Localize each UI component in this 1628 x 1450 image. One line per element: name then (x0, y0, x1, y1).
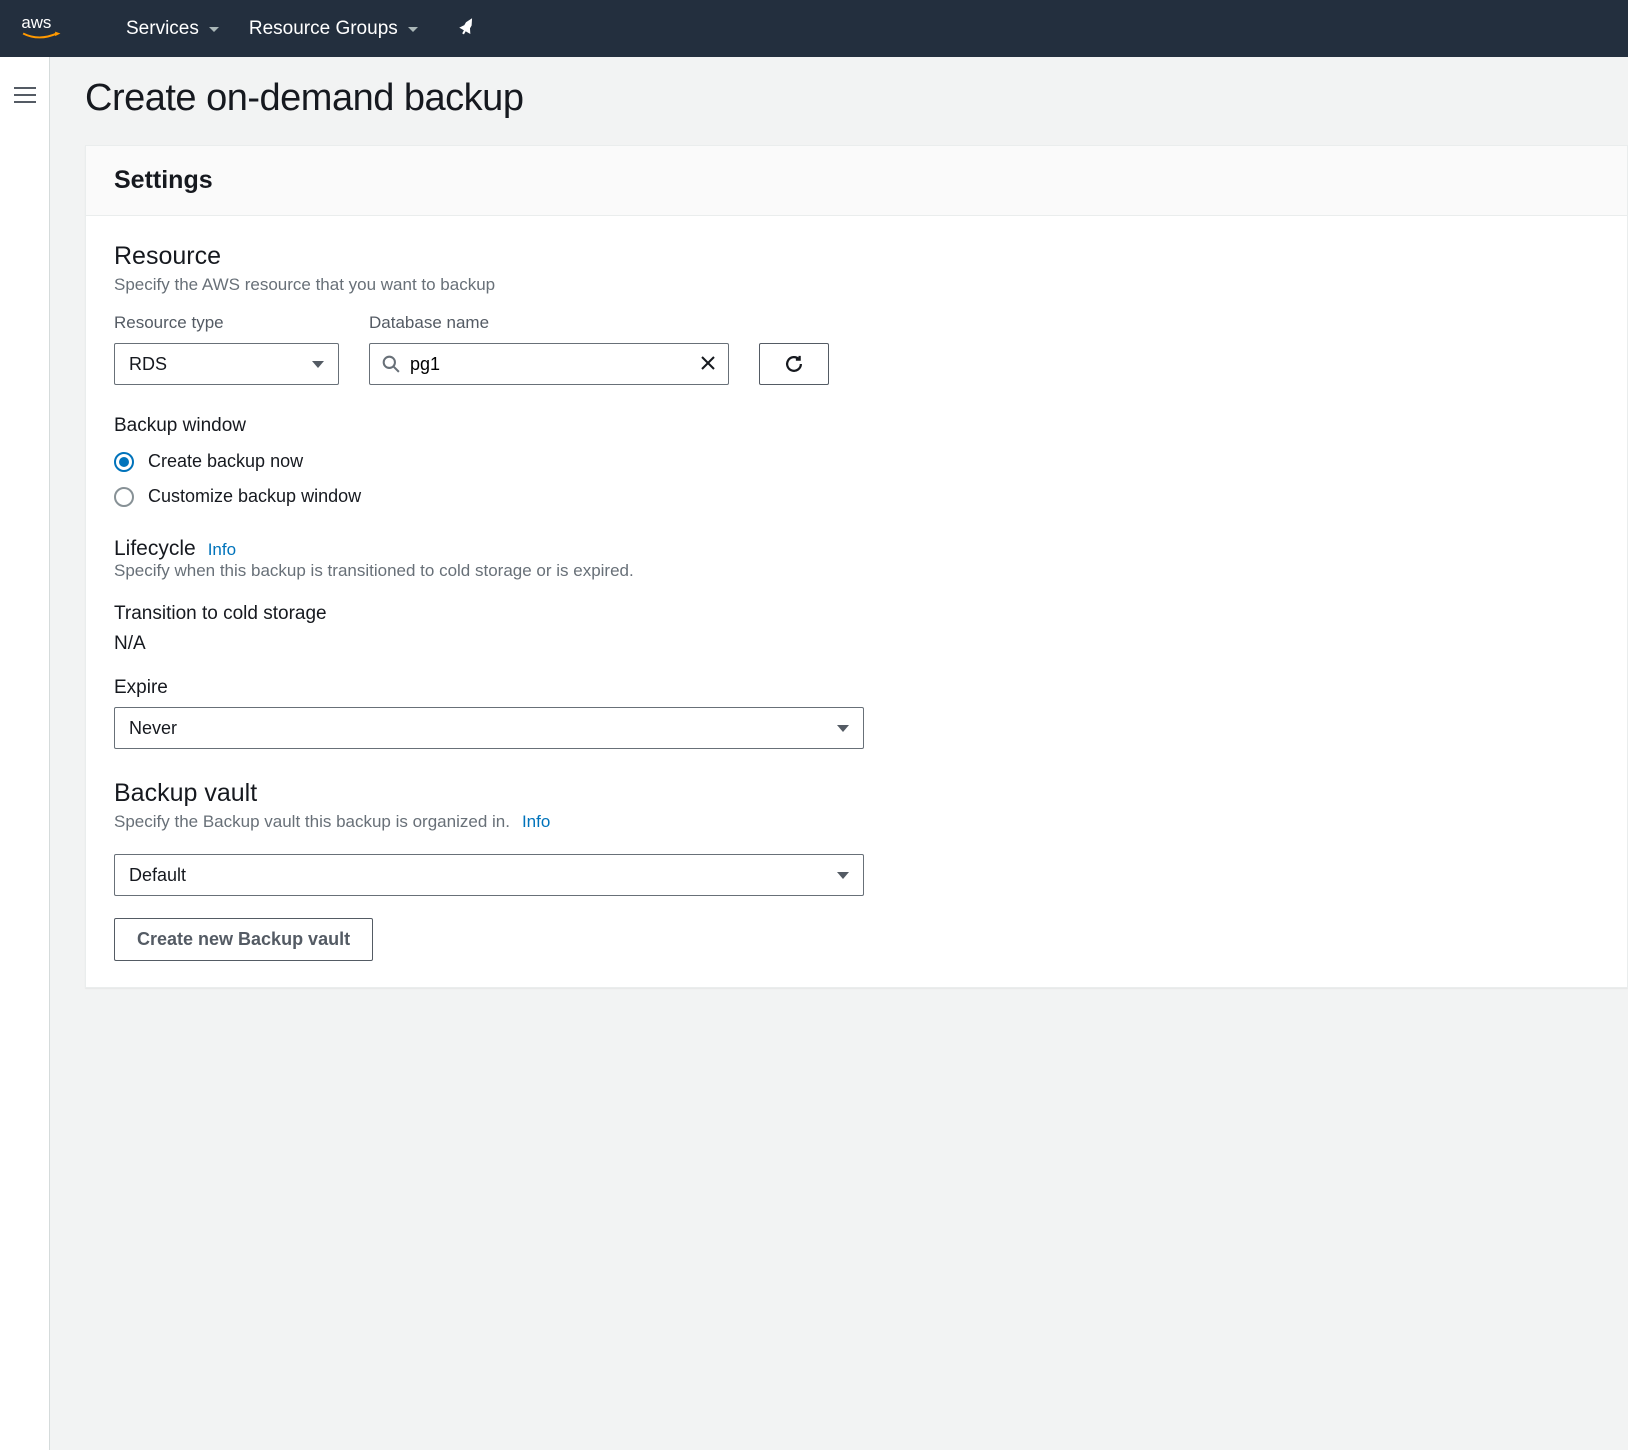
aws-logo[interactable]: aws (20, 13, 76, 45)
backup-window-section: Backup window Create backup now Customiz… (114, 415, 1599, 507)
nav-resource-groups[interactable]: Resource Groups (249, 18, 418, 40)
nav-services[interactable]: Services (126, 18, 219, 40)
caret-down-icon (837, 725, 849, 732)
backup-vault-section: Backup vault Specify the Backup vault th… (114, 779, 1599, 961)
page-title: Create on-demand backup (85, 77, 1628, 120)
search-icon (382, 355, 400, 373)
radio-customize-label: Customize backup window (148, 486, 361, 507)
vault-info-link[interactable]: Info (522, 812, 550, 832)
panel-header-title: Settings (114, 166, 1599, 195)
caret-down-icon (312, 361, 324, 368)
vault-select[interactable]: Default (114, 854, 864, 896)
sidebar-toggle[interactable] (0, 57, 50, 1450)
resource-type-select[interactable]: RDS (114, 343, 339, 385)
cold-storage-value: N/A (114, 633, 1599, 655)
radio-create-now[interactable]: Create backup now (114, 451, 1599, 472)
radio-icon (114, 452, 134, 472)
radio-icon (114, 487, 134, 507)
refresh-button[interactable] (759, 343, 829, 385)
refresh-icon (784, 354, 804, 374)
radio-create-now-label: Create backup now (148, 451, 303, 472)
database-name-input[interactable] (410, 354, 690, 375)
lifecycle-title: Lifecycle (114, 537, 196, 561)
hamburger-icon (14, 82, 36, 1450)
caret-down-icon (837, 872, 849, 879)
expire-label: Expire (114, 677, 1599, 699)
backup-window-label: Backup window (114, 415, 1599, 437)
lifecycle-section: Lifecycle Info Specify when this backup … (114, 537, 1599, 749)
resource-type-value: RDS (129, 354, 167, 375)
main-content: Create on-demand backup Settings Resourc… (50, 57, 1628, 1450)
resource-section: Resource Specify the AWS resource that y… (114, 242, 1599, 385)
lifecycle-subtitle: Specify when this backup is transitioned… (114, 561, 1599, 581)
resource-type-label: Resource type (114, 313, 339, 333)
resource-title: Resource (114, 242, 1599, 271)
settings-panel: Settings Resource Specify the AWS resour… (85, 145, 1628, 988)
radio-customize[interactable]: Customize backup window (114, 486, 1599, 507)
vault-value: Default (129, 865, 186, 886)
pin-icon[interactable] (458, 18, 476, 39)
vault-subtitle: Specify the Backup vault this backup is … (114, 812, 510, 832)
expire-select[interactable]: Never (114, 707, 864, 749)
panel-header: Settings (86, 146, 1627, 216)
expire-value: Never (129, 718, 177, 739)
create-vault-button[interactable]: Create new Backup vault (114, 918, 373, 961)
vault-title: Backup vault (114, 779, 1599, 808)
top-nav: aws Services Resource Groups (0, 0, 1628, 57)
database-name-label: Database name (369, 313, 729, 333)
chevron-down-icon (209, 27, 219, 32)
clear-icon[interactable] (700, 353, 716, 375)
database-name-input-wrapper (369, 343, 729, 385)
chevron-down-icon (408, 27, 418, 32)
lifecycle-info-link[interactable]: Info (208, 540, 236, 560)
svg-text:aws: aws (21, 13, 51, 32)
nav-services-label: Services (126, 18, 199, 40)
nav-resource-groups-label: Resource Groups (249, 18, 398, 40)
resource-subtitle: Specify the AWS resource that you want t… (114, 275, 1599, 295)
cold-storage-label: Transition to cold storage (114, 603, 1599, 625)
